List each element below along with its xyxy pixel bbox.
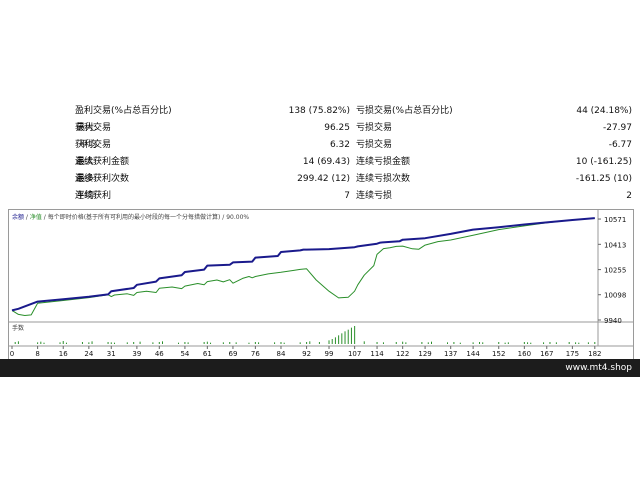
stats-value-left: 7 <box>344 191 350 201</box>
stats-label-right: 亏损交易 <box>356 140 393 150</box>
x-tick-label: 175 <box>566 350 579 358</box>
x-tick-label: 129 <box>418 350 431 358</box>
x-tick-label: 84 <box>277 350 286 358</box>
x-tick-label: 39 <box>132 350 141 358</box>
stats-label-left: 获利交易 <box>75 140 112 150</box>
x-tick-label: 137 <box>444 350 457 358</box>
x-tick-label: 16 <box>59 350 68 358</box>
x-tick-label: 99 <box>325 350 334 358</box>
stats-label-left: 连续获利 <box>75 191 112 201</box>
legend-equity: 净值 <box>29 214 42 221</box>
chart-legend: 余额 / 净值 / 每个即时价格(基于所有可利用的最小时段的每一个分每措做计算)… <box>12 212 249 221</box>
stats-label-right: 亏损交易(%占总百分比) <box>356 106 453 116</box>
stats-value-right: 2 <box>626 191 632 201</box>
y-tick-label: 10413 <box>604 241 626 249</box>
stats-value-right: -161.25 (10) <box>575 174 632 184</box>
stats-label-left: 连续获利次数 <box>75 174 130 184</box>
stats-value-right: -6.77 <box>608 140 632 150</box>
stats-row: 平均: 连续获利 7 连续亏损 2 <box>0 187 640 205</box>
stats-label-left: 获利交易 <box>75 123 112 133</box>
y-tick-label: 10098 <box>604 292 626 300</box>
stats-row: 最多: 连续获利次数 299.42 (12) 连续亏损次数 -161.25 (1… <box>0 170 640 188</box>
x-tick-label: 160 <box>518 350 531 358</box>
x-tick-label: 54 <box>180 350 189 358</box>
stats-label-left: 连续获利金额 <box>75 157 130 167</box>
x-tick-label: 61 <box>203 350 212 358</box>
site-watermark: www.mt4.shop <box>565 363 632 373</box>
x-tick-label: 8 <box>35 350 39 358</box>
stats-value-left: 138 (75.82%) <box>288 106 350 116</box>
stats-value-right: -27.97 <box>602 123 632 133</box>
stats-row: 平均 获利交易 6.32 亏损交易 -6.77 <box>0 136 640 154</box>
stats-value-left: 14 (69.43) <box>302 157 350 167</box>
equity-line <box>11 217 595 316</box>
stats-label-right: 亏损交易 <box>356 123 393 133</box>
stats-row: 最大: 连续获利金额 14 (69.43) 连续亏损金额 10 (-161.25… <box>0 153 640 171</box>
x-tick-label: 92 <box>302 350 311 358</box>
x-tick-label: 107 <box>348 350 361 358</box>
legend-balance: 余额 <box>12 214 25 221</box>
x-tick-label: 0 <box>10 350 14 358</box>
balance-chart-panel: 10571 10413 10255 10098 9940 0 8 16 24 31 39 46 54 61… <box>8 209 634 361</box>
stats-value-left: 6.32 <box>329 140 350 150</box>
stats-value-right: 10 (-161.25) <box>575 157 632 167</box>
x-tick-label: 31 <box>107 350 116 358</box>
x-tick-label: 46 <box>155 350 164 358</box>
x-tick-label: 114 <box>370 350 384 358</box>
x-tick-label: 69 <box>228 350 237 358</box>
x-tick-label: 152 <box>492 350 505 358</box>
stats-label-right: 连续亏损金额 <box>356 157 411 167</box>
x-tick-label: 167 <box>540 350 553 358</box>
watermark-bar: www.mt4.shop <box>0 359 640 377</box>
y-tick-label: 10255 <box>604 267 626 275</box>
x-tick-label: 144 <box>466 350 480 358</box>
modelling-quality-text: 每个即时价格(基于所有可利用的最小时段的每一个分每措做计算) / 90.00% <box>47 214 250 221</box>
y-tick-label: 9940 <box>604 317 622 325</box>
x-tick-label: 122 <box>396 350 409 358</box>
balance-line <box>11 217 595 312</box>
stats-value-left: 96.25 <box>324 123 350 133</box>
stats-label-right: 连续亏损次数 <box>356 174 411 184</box>
y-tick-label: 10571 <box>604 216 626 224</box>
x-tick-label: 76 <box>251 350 260 358</box>
stats-row: 盈利交易(%占总百分比) 138 (75.82%) 亏损交易(%占总百分比) 4… <box>0 102 640 120</box>
x-tick-label: 24 <box>84 350 93 358</box>
stats-label-right: 连续亏损 <box>356 191 393 201</box>
stats-label-left: 盈利交易(%占总百分比) <box>75 106 172 116</box>
stats-value-left: 299.42 (12) <box>297 174 350 184</box>
volume-pane-label: 手数 <box>12 324 24 332</box>
stats-value-right: 44 (24.18%) <box>576 106 632 116</box>
stats-row: 最大: 获利交易 96.25 亏损交易 -27.97 <box>0 119 640 137</box>
x-tick-label: 182 <box>588 350 601 358</box>
balance-equity-chart: 10571 10413 10255 10098 9940 0 8 16 24 31 39 46 54 61… <box>9 210 633 358</box>
